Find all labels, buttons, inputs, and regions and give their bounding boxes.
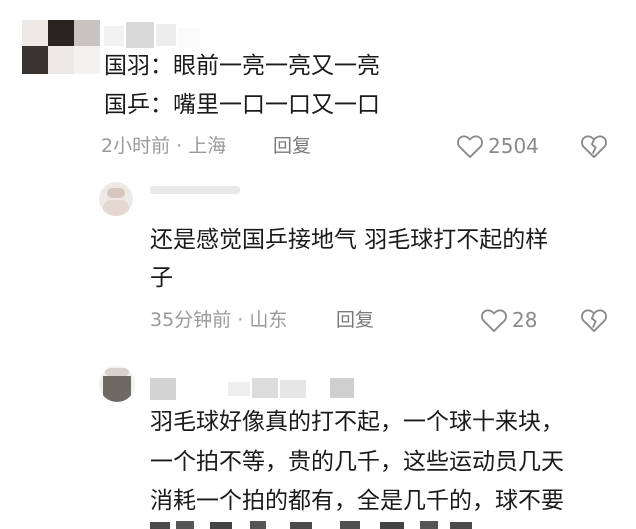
- like-button[interactable]: 2504: [456, 133, 539, 159]
- meta-separator: ·: [170, 135, 189, 157]
- meta-separator: ·: [231, 309, 250, 331]
- broken-heart-icon[interactable]: [580, 133, 608, 159]
- like-count: 28: [512, 308, 538, 332]
- comment-text-line: 还是感觉国乒接地气 羽毛球打不起的样: [150, 227, 549, 253]
- comment-meta: 35分钟前 · 山东: [150, 307, 287, 333]
- comment-text-line: 一个拍不等，贵的几千，这些运动员几天: [150, 449, 564, 475]
- heart-outline-icon: [457, 135, 483, 159]
- like-count: 2504: [488, 134, 539, 158]
- comment-location: 山东: [249, 309, 288, 331]
- avatar[interactable]: [99, 366, 135, 402]
- comment-location: 上海: [188, 135, 227, 157]
- comment-time: 2小时前: [101, 135, 171, 157]
- username-mosaic[interactable]: [150, 186, 240, 194]
- reply-button[interactable]: 回复: [336, 307, 374, 333]
- username-mosaic[interactable]: [150, 378, 360, 400]
- comment-thread: 国羽：眼前一亮一亮又一亮 国乒：嘴里一口一口又一口 2小时前 · 上海 回复 2…: [0, 0, 636, 529]
- comment-text-line: 子: [150, 265, 173, 291]
- comment-text-line: 消耗一个拍的都有，全是几千的，球不要: [150, 488, 564, 514]
- username-mosaic[interactable]: [104, 22, 200, 50]
- broken-heart-icon[interactable]: [580, 307, 608, 333]
- comment-text-line: 羽毛球好像真的打不起，一个球十来块，: [150, 409, 564, 435]
- cut-off-text: [150, 520, 570, 529]
- avatar[interactable]: [99, 182, 133, 216]
- avatar[interactable]: [22, 20, 100, 74]
- comment-text-line: 国羽：眼前一亮一亮又一亮: [104, 53, 380, 79]
- like-button[interactable]: 28: [480, 307, 537, 333]
- comment-meta: 2小时前 · 上海: [101, 133, 226, 159]
- comment-text-line: 国乒：嘴里一口一口又一口: [104, 92, 380, 118]
- reply-button[interactable]: 回复: [273, 133, 311, 159]
- comment-time: 35分钟前: [150, 309, 232, 331]
- heart-outline-icon: [481, 309, 507, 333]
